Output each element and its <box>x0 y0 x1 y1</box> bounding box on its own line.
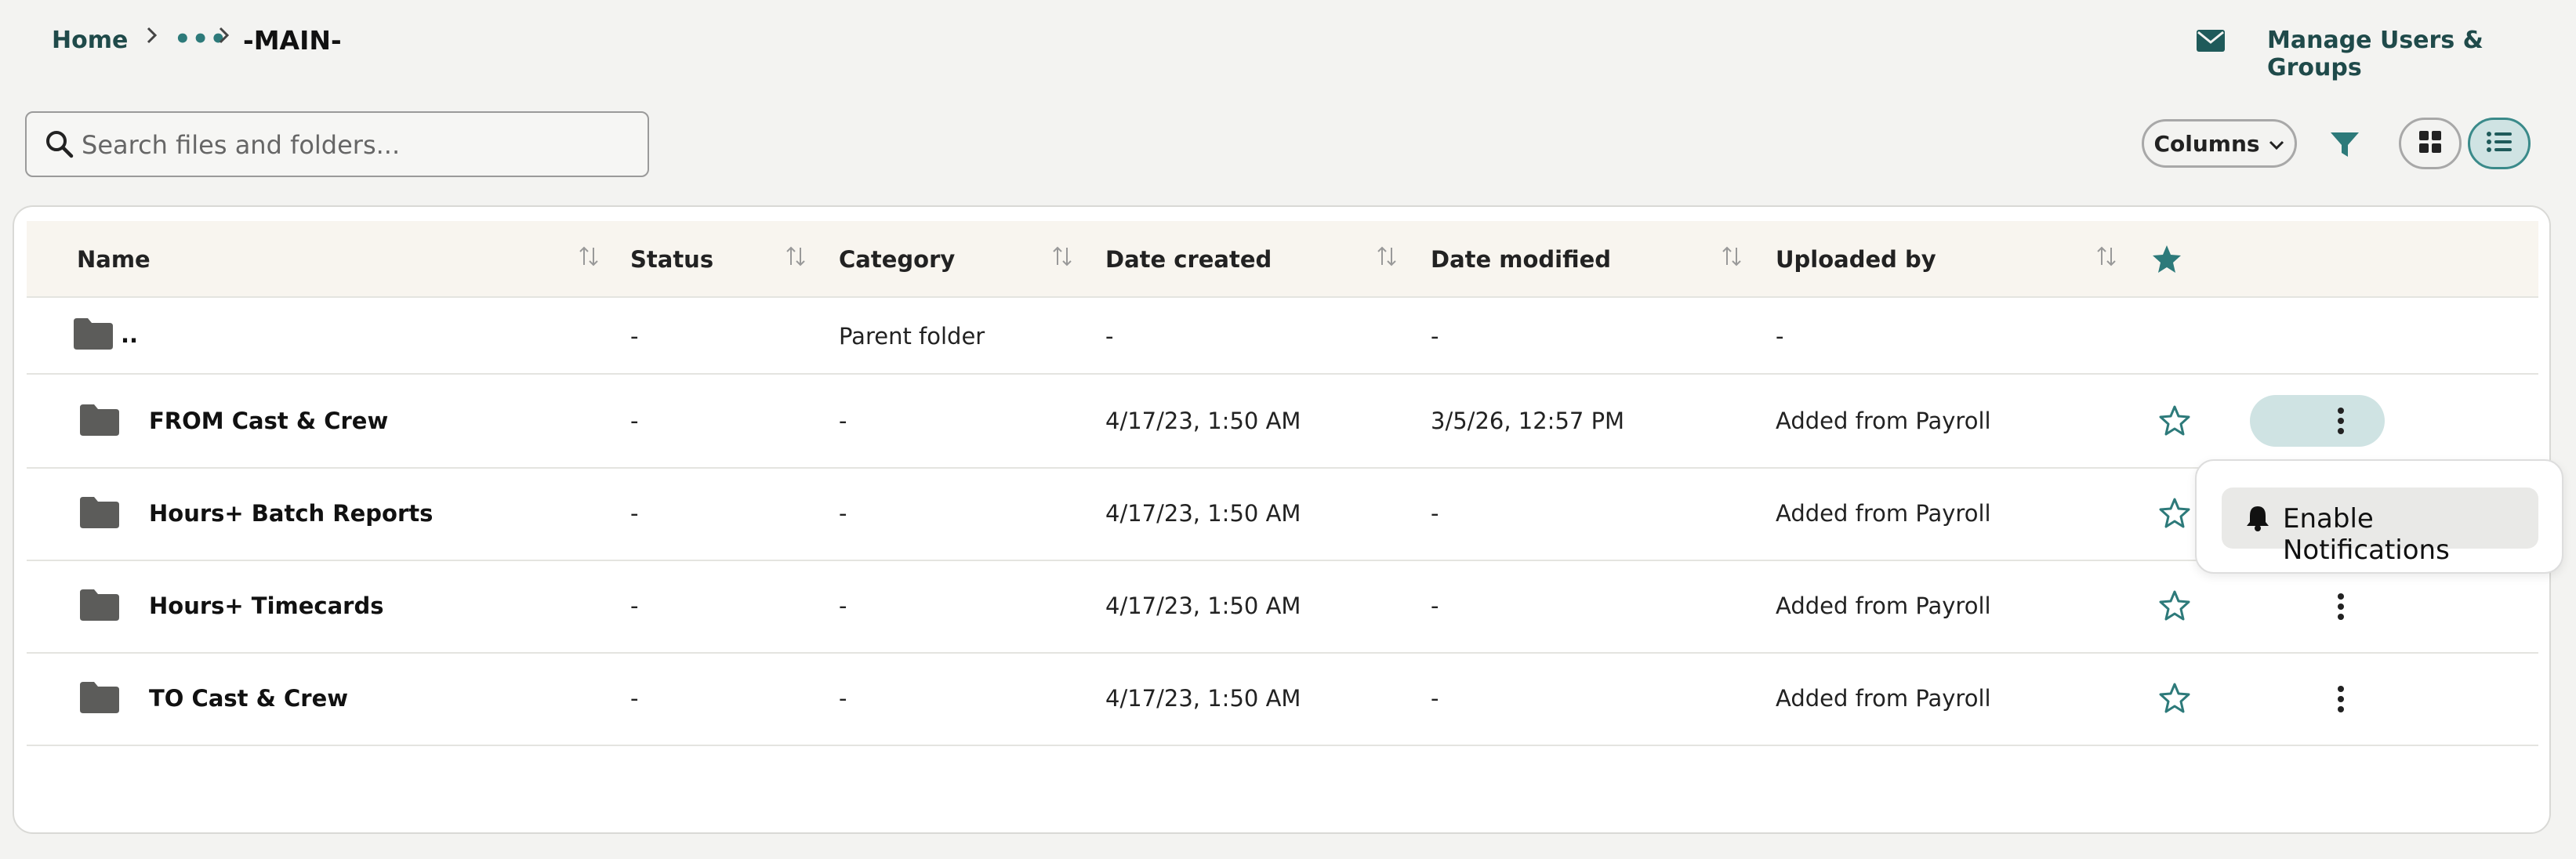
favorite-star-icon[interactable] <box>2159 497 2190 528</box>
table-row[interactable]: .. - Parent folder - - - <box>27 298 2538 375</box>
column-header-status[interactable]: Status <box>630 246 713 273</box>
sort-icon[interactable] <box>1377 245 1397 268</box>
sort-icon[interactable] <box>2096 245 2117 268</box>
filter-icon[interactable] <box>2330 132 2360 158</box>
category-cell: - <box>839 500 847 527</box>
bell-icon <box>2245 505 2270 531</box>
date-created-cell: - <box>1105 323 1114 350</box>
uploaded-by-cell: Added from Payroll <box>1776 500 1991 527</box>
status-cell: - <box>630 685 639 712</box>
row-actions-menu: Enable Notifications <box>2195 459 2563 574</box>
sort-icon[interactable] <box>785 245 806 268</box>
folder-icon <box>80 589 119 621</box>
folder-icon <box>80 404 119 436</box>
more-vertical-icon[interactable] <box>2336 407 2346 435</box>
category-cell: - <box>839 408 847 434</box>
enable-notifications-menu-item[interactable]: Enable Notifications <box>2222 487 2538 566</box>
chevron-right-icon <box>144 24 160 53</box>
row-actions-button-active[interactable] <box>2250 395 2385 447</box>
favorite-star-icon[interactable] <box>2159 682 2190 713</box>
grid-view-icon <box>2418 130 2442 157</box>
file-name[interactable]: Hours+ Batch Reports <box>149 500 433 527</box>
enable-notifications-label: Enable Notifications <box>2283 503 2450 566</box>
file-name[interactable]: TO Cast & Crew <box>149 685 348 712</box>
date-modified-cell: 3/5/26, 12:57 PM <box>1431 408 1625 434</box>
chevron-down-icon <box>2268 131 2285 157</box>
search-input[interactable] <box>80 121 632 169</box>
column-header-category[interactable]: Category <box>839 246 955 273</box>
sort-icon[interactable] <box>1052 245 1072 268</box>
category-cell: - <box>839 593 847 619</box>
uploaded-by-cell: - <box>1776 323 1784 350</box>
date-created-cell: 4/17/23, 1:50 AM <box>1105 593 1301 619</box>
folder-icon <box>80 497 119 528</box>
grid-view-button[interactable] <box>2399 118 2462 169</box>
favorite-star-icon[interactable] <box>2159 404 2190 436</box>
status-cell: - <box>630 500 639 527</box>
list-view-button[interactable] <box>2468 118 2531 169</box>
search-icon <box>44 129 75 160</box>
breadcrumb-home[interactable]: Home <box>52 27 128 54</box>
sort-icon[interactable] <box>1722 245 1742 268</box>
table-row[interactable]: FROM Cast & Crew - - 4/17/23, 1:50 AM 3/… <box>27 375 2538 469</box>
date-created-cell: 4/17/23, 1:50 AM <box>1105 500 1301 527</box>
date-created-cell: 4/17/23, 1:50 AM <box>1105 408 1301 434</box>
category-cell: - <box>839 685 847 712</box>
table-row[interactable]: Hours+ Batch Reports - - 4/17/23, 1:50 A… <box>27 469 2538 561</box>
date-created-cell: 4/17/23, 1:50 AM <box>1105 685 1301 712</box>
columns-button[interactable]: Columns <box>2142 119 2297 168</box>
category-cell: Parent folder <box>839 323 985 350</box>
favorite-star-icon[interactable] <box>2159 589 2190 621</box>
column-header-name[interactable]: Name <box>77 246 151 273</box>
favorite-header-star-icon[interactable] <box>2151 243 2182 274</box>
date-modified-cell: - <box>1431 323 1439 350</box>
more-vertical-icon[interactable] <box>2336 685 2346 713</box>
more-vertical-icon[interactable] <box>2336 593 2346 621</box>
column-header-date-created[interactable]: Date created <box>1105 246 1272 273</box>
breadcrumb-current: -MAIN- <box>243 25 342 56</box>
date-modified-cell: - <box>1431 593 1439 619</box>
date-modified-cell: - <box>1431 685 1439 712</box>
table-row[interactable]: TO Cast & Crew - - 4/17/23, 1:50 AM - Ad… <box>27 654 2538 746</box>
sort-icon[interactable] <box>579 245 599 268</box>
search-box[interactable] <box>25 111 649 177</box>
chevron-right-icon <box>216 24 232 53</box>
uploaded-by-cell: Added from Payroll <box>1776 408 1991 434</box>
file-name[interactable]: FROM Cast & Crew <box>149 408 388 434</box>
column-header-uploaded-by[interactable]: Uploaded by <box>1776 246 1936 273</box>
uploaded-by-cell: Added from Payroll <box>1776 685 1991 712</box>
column-header-date-modified[interactable]: Date modified <box>1431 246 1611 273</box>
uploaded-by-cell: Added from Payroll <box>1776 593 1991 619</box>
status-cell: - <box>630 593 639 619</box>
columns-label: Columns <box>2153 130 2260 157</box>
status-cell: - <box>630 323 639 350</box>
envelope-icon[interactable] <box>2197 30 2225 52</box>
list-view-icon <box>2486 130 2513 157</box>
file-name[interactable]: .. <box>121 321 138 348</box>
status-cell: - <box>630 408 639 434</box>
file-name[interactable]: Hours+ Timecards <box>149 593 384 619</box>
date-modified-cell: - <box>1431 500 1439 527</box>
folder-icon <box>80 682 119 713</box>
folder-icon <box>74 318 113 350</box>
table-row[interactable]: Hours+ Timecards - - 4/17/23, 1:50 AM - … <box>27 561 2538 654</box>
manage-users-link[interactable]: Manage Users & Groups <box>2267 27 2576 82</box>
